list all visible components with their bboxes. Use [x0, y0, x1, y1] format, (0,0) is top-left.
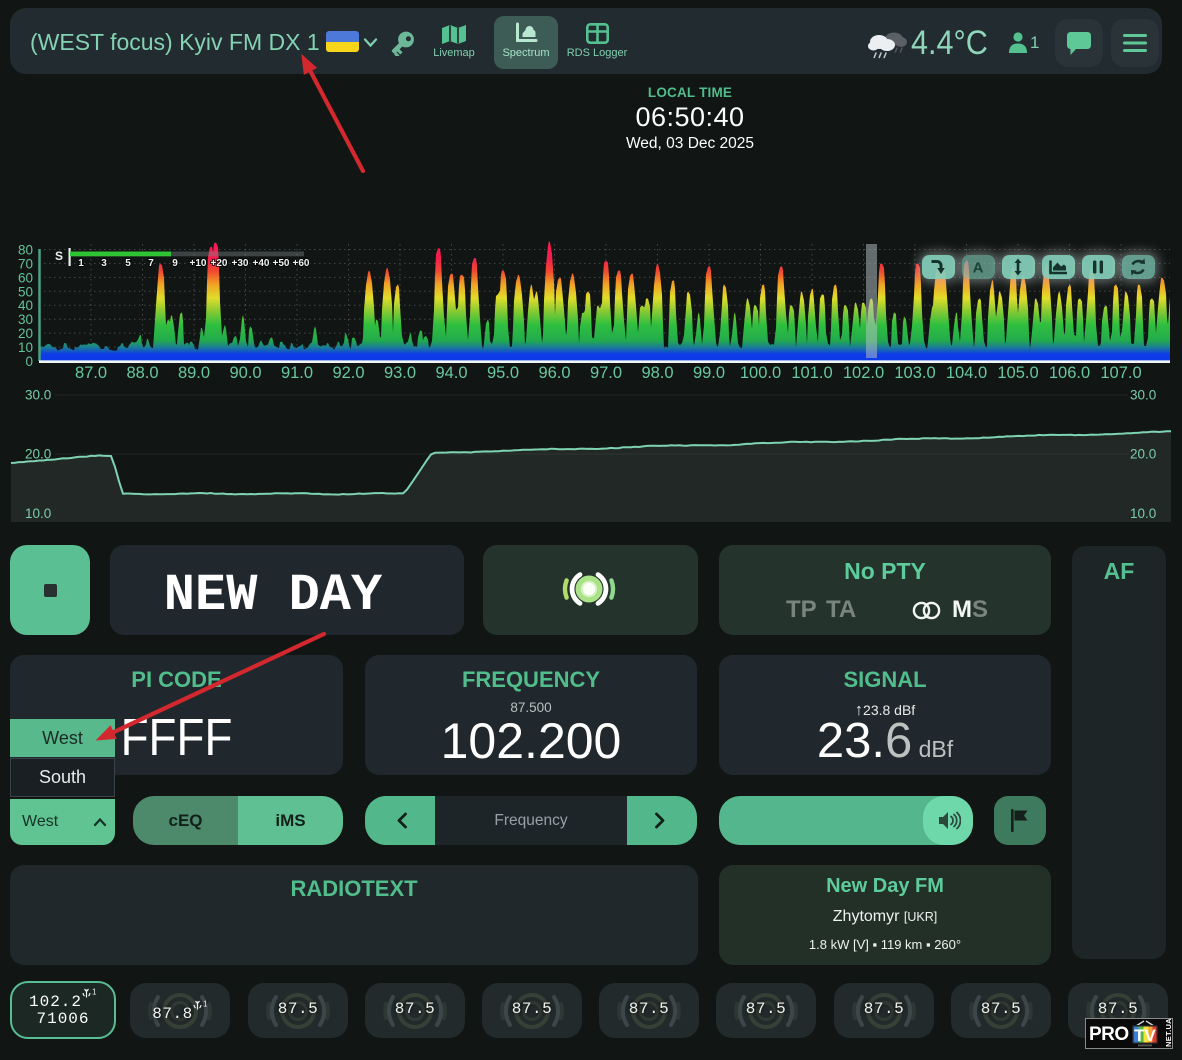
svg-text:20.0: 20.0 — [1130, 447, 1156, 462]
svg-text:88.0: 88.0 — [126, 364, 158, 382]
svg-text:107.0: 107.0 — [1100, 364, 1141, 382]
svg-text:A: A — [973, 260, 984, 277]
svg-text:106.0: 106.0 — [1049, 364, 1090, 382]
svg-text:9: 9 — [172, 258, 178, 269]
svg-text:91.0: 91.0 — [281, 364, 313, 382]
svg-text:7: 7 — [148, 258, 154, 269]
svg-text:20.0: 20.0 — [25, 447, 51, 462]
svg-text:90.0: 90.0 — [229, 364, 261, 382]
svg-text:+20: +20 — [211, 258, 228, 269]
svg-text:50: 50 — [18, 284, 33, 299]
svg-text:0: 0 — [25, 354, 33, 369]
svg-text:87.0: 87.0 — [75, 364, 107, 382]
svg-text:30.0: 30.0 — [25, 388, 51, 403]
svg-text:97.0: 97.0 — [590, 364, 622, 382]
svg-text:96.0: 96.0 — [538, 364, 570, 382]
svg-text:+60: +60 — [293, 258, 310, 269]
svg-text:+50: +50 — [273, 258, 290, 269]
svg-text:70: 70 — [18, 256, 33, 271]
svg-text:+10: +10 — [190, 258, 207, 269]
svg-text:20: 20 — [18, 326, 33, 341]
svg-text:100.0: 100.0 — [740, 364, 781, 382]
svg-text:1: 1 — [92, 988, 97, 997]
svg-text:5: 5 — [125, 258, 131, 269]
svg-text:40: 40 — [18, 298, 33, 313]
svg-text:+30: +30 — [232, 258, 249, 269]
svg-text:30: 30 — [18, 312, 33, 327]
svg-text:3: 3 — [101, 258, 107, 269]
svg-text:S: S — [55, 249, 63, 263]
svg-text:10.0: 10.0 — [1130, 506, 1156, 521]
svg-text:30.0: 30.0 — [1130, 388, 1156, 403]
svg-text:10.0: 10.0 — [25, 506, 51, 521]
svg-text:102.0: 102.0 — [843, 364, 884, 382]
svg-text:99.0: 99.0 — [693, 364, 725, 382]
svg-text:103.0: 103.0 — [894, 364, 935, 382]
svg-text:89.0: 89.0 — [178, 364, 210, 382]
svg-text:+40: +40 — [253, 258, 270, 269]
svg-text:1: 1 — [78, 258, 84, 269]
svg-text:104.0: 104.0 — [946, 364, 987, 382]
svg-text:92.0: 92.0 — [332, 364, 364, 382]
svg-text:60: 60 — [18, 270, 33, 285]
svg-text:80: 80 — [18, 243, 33, 258]
svg-text:98.0: 98.0 — [641, 364, 673, 382]
svg-text:TV: TV — [1134, 1026, 1156, 1045]
svg-text:10: 10 — [18, 340, 33, 355]
svg-text:95.0: 95.0 — [487, 364, 519, 382]
svg-text:94.0: 94.0 — [435, 364, 467, 382]
svg-text:93.0: 93.0 — [384, 364, 416, 382]
svg-text:105.0: 105.0 — [997, 364, 1038, 382]
svg-text:1: 1 — [203, 1000, 208, 1009]
svg-text:101.0: 101.0 — [791, 364, 832, 382]
